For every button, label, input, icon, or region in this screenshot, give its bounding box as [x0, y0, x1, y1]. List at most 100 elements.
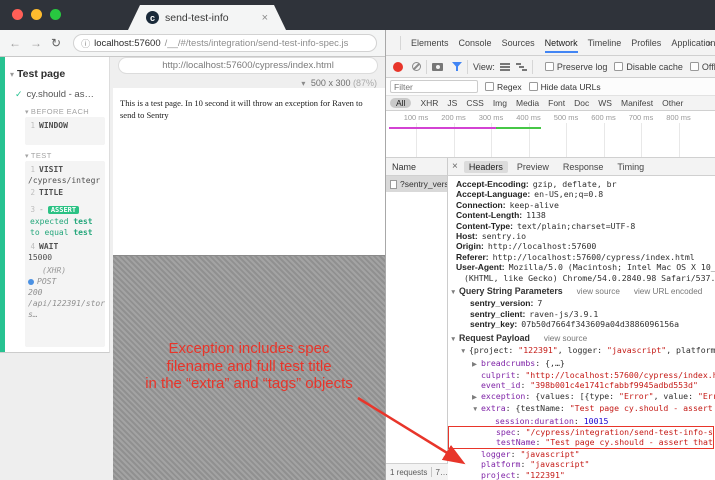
request-row[interactable]: ?sentry_vers…: [386, 176, 447, 192]
spec-header[interactable]: ▾Test page: [10, 68, 65, 80]
forward-icon[interactable]: →: [30, 36, 42, 50]
type-filter-img[interactable]: Img: [493, 98, 507, 108]
screenshot-capture-icon[interactable]: [432, 63, 443, 71]
hook-label-test[interactable]: ▾TEST: [25, 151, 52, 160]
test-page-text: This is a test page. In 10 second it wil…: [113, 88, 375, 130]
detail-section-header: ▼Query String Parametersview sourceview …: [448, 286, 715, 298]
devtools-tab-sources[interactable]: Sources: [502, 32, 535, 53]
tab-preview[interactable]: Preview: [512, 161, 554, 173]
chevron-down-icon: ▾: [10, 70, 14, 79]
detail-line: spec: "/cypress/integration/send-test-in…: [448, 426, 714, 437]
disclosure-arrow-icon[interactable]: ▶: [472, 393, 481, 403]
waterfall-view-icon[interactable]: [516, 63, 527, 71]
detail-line: Host:sentry.io: [448, 231, 715, 241]
type-filter-font[interactable]: Font: [548, 98, 565, 108]
test-result-row[interactable]: ✓cy.should - as…: [15, 89, 94, 100]
detail-line: (KHTML, like Gecko) Chrome/54.0.2840.98 …: [448, 273, 715, 283]
minimize-window-icon[interactable]: [31, 9, 42, 20]
detail-line: Accept-Language:en-US,en;q=0.8: [448, 189, 715, 199]
detail-line: session:duration: 10015: [448, 416, 715, 426]
browser-tab[interactable]: c send-test-info ×: [128, 5, 286, 30]
viewport-size: 500 x 300: [311, 78, 351, 88]
detail-line: ▼{project: "122391", logger: "javascript…: [448, 345, 715, 357]
disclosure-arrow-icon[interactable]: ▼: [460, 347, 469, 357]
xhr-log-line: /api/122391/stor: [28, 298, 102, 309]
filter-funnel-icon[interactable]: [452, 62, 462, 71]
hook-label-before-each[interactable]: ▾BEFORE EACH: [25, 107, 89, 116]
reload-icon[interactable]: ↻: [51, 36, 61, 50]
tab-response[interactable]: Response: [558, 161, 609, 173]
timeline-tick-label: 500 ms: [551, 113, 581, 122]
regex-checkbox[interactable]: [485, 82, 494, 91]
command-window[interactable]: 1 WINDOW: [28, 121, 102, 130]
xhr-dot-icon: [28, 279, 34, 285]
offline-checkbox[interactable]: [690, 62, 699, 71]
view-source-link[interactable]: view source: [577, 287, 620, 296]
disclosure-arrow-icon[interactable]: ▼: [450, 288, 459, 298]
request-detail-content: Accept-Encoding:gzip, deflate, brAccept-…: [448, 176, 715, 480]
command-visit[interactable]: 1 VISIT: [28, 165, 102, 174]
command-wait[interactable]: 4 WAIT: [28, 242, 102, 251]
type-filter-media[interactable]: Media: [516, 98, 539, 108]
devtools-tab-timeline[interactable]: Timeline: [588, 32, 622, 53]
command-assert[interactable]: 3 - ASSERT: [28, 205, 102, 214]
divider: [426, 60, 427, 74]
address-bar[interactable]: ⓘ localhost:57600/__/#/tests/integration…: [73, 34, 377, 52]
request-name-column: Name ?sentry_vers… 1 requests 7…: [386, 158, 448, 480]
name-column-header[interactable]: Name: [386, 158, 447, 176]
url-path: /__/#/tests/integration/send-test-info-s…: [165, 38, 349, 49]
devtools-tab-elements[interactable]: Elements: [411, 32, 449, 53]
type-filter-css[interactable]: CSS: [466, 98, 483, 108]
back-icon[interactable]: ←: [9, 36, 21, 50]
type-filter-xhr[interactable]: XHR: [420, 98, 438, 108]
hide-data-urls-checkbox[interactable]: [529, 82, 538, 91]
command-title[interactable]: 2 TITLE: [28, 188, 102, 197]
timeline-overview[interactable]: 100 ms200 ms300 ms400 ms500 ms600 ms700 …: [386, 111, 715, 158]
type-filter-all[interactable]: All: [390, 98, 411, 108]
close-icon[interactable]: ×: [452, 161, 458, 172]
page-info-icon[interactable]: ⓘ: [81, 37, 90, 50]
disable-cache-checkbox[interactable]: [614, 62, 623, 71]
timeline-gridline: [679, 123, 680, 157]
hide-data-urls-label: Hide data URLs: [541, 82, 601, 92]
record-icon[interactable]: [393, 62, 403, 72]
preserve-log-checkbox[interactable]: [545, 62, 554, 71]
timeline-bar-green: [496, 127, 541, 129]
close-window-icon[interactable]: [12, 9, 23, 20]
disclosure-arrow-icon[interactable]: ▼: [450, 335, 459, 345]
preserve-log-label: Preserve log: [557, 62, 608, 72]
detail-line: testName: "Test page cy.should - assert …: [448, 437, 714, 448]
view-label: View:: [473, 62, 495, 72]
type-filter-js[interactable]: JS: [447, 98, 457, 108]
xhr-log-line: s…: [28, 309, 102, 320]
devtools-tab-network[interactable]: Network: [545, 32, 578, 53]
view-source-link[interactable]: view URL encoded: [634, 287, 702, 296]
tab-headers[interactable]: Headers: [464, 161, 508, 173]
viewport-info[interactable]: ▾ 500 x 300 (87%): [301, 78, 377, 88]
clear-icon[interactable]: [412, 62, 421, 71]
fullscreen-window-icon[interactable]: [50, 9, 61, 20]
type-filter-other[interactable]: Other: [662, 98, 683, 108]
timeline-gridline: [641, 123, 642, 157]
devtools-tab-profiles[interactable]: Profiles: [631, 32, 661, 53]
filter-input[interactable]: [390, 80, 478, 93]
view-source-link[interactable]: view source: [544, 334, 587, 343]
devtools-panel: Elements Console Sources Network Timeline Pro…: [385, 30, 715, 480]
detail-line: sentry_key:07b50d7664f343609a04d38860961…: [448, 319, 715, 329]
detail-line: platform: "javascript": [448, 459, 715, 469]
type-filter-manifest[interactable]: Manifest: [621, 98, 653, 108]
disclosure-arrow-icon[interactable]: ▶: [472, 360, 481, 370]
disclosure-arrow-icon[interactable]: ▼: [472, 405, 481, 415]
detail-section-header: ▼Request Payloadview source: [448, 333, 715, 345]
timeline-bar-magenta: [389, 127, 496, 129]
large-rows-view-icon[interactable]: [500, 63, 510, 71]
command-visit-detail: /cypress/integr: [28, 176, 102, 185]
command-wait-detail: 15000: [28, 253, 102, 262]
runner-url-field[interactable]: http://localhost:57600/cypress/index.htm…: [118, 57, 378, 74]
tab-close-icon[interactable]: ×: [262, 12, 268, 24]
type-filter-ws[interactable]: WS: [598, 98, 612, 108]
tab-timing[interactable]: Timing: [612, 161, 649, 173]
type-filter-doc[interactable]: Doc: [574, 98, 589, 108]
overflow-menu-icon[interactable]: »: [707, 38, 712, 48]
devtools-tab-console[interactable]: Console: [459, 32, 492, 53]
